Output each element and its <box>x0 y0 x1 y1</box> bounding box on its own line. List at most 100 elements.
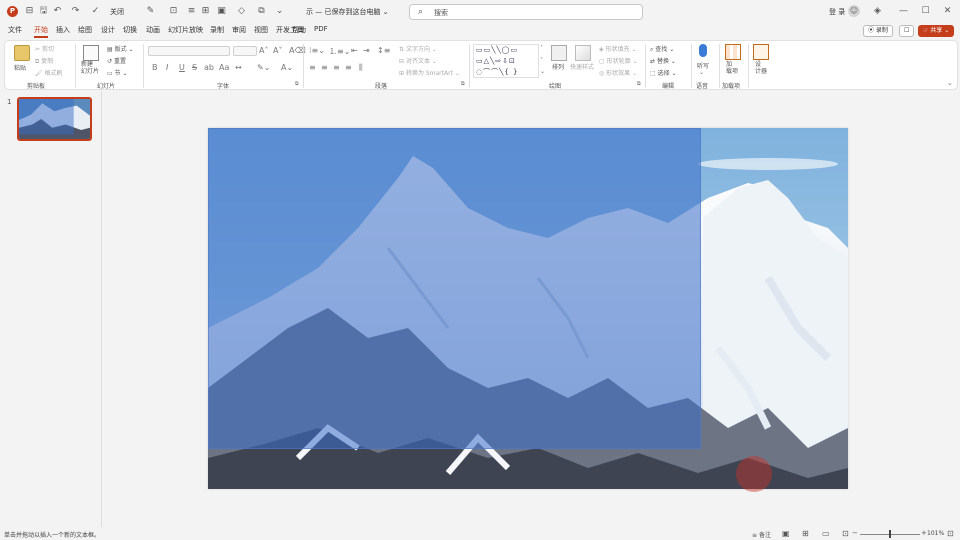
autosave-toggle-icon[interactable]: ⊟ <box>24 6 35 17</box>
tab-review[interactable]: 审阅 <box>232 25 246 35</box>
bullets-icon[interactable]: ⁝≡⌄ <box>309 46 325 55</box>
tab-record[interactable]: 录制 <box>210 25 224 35</box>
microphone-icon[interactable] <box>699 44 707 57</box>
tab-pdf[interactable]: PDF <box>314 25 328 33</box>
addins-icon[interactable] <box>725 44 741 60</box>
align-right-icon[interactable]: ≡ <box>333 63 340 72</box>
slide-sorter-icon[interactable]: ⊞ <box>802 529 809 538</box>
line-spacing-icon[interactable]: ↕≡ <box>377 46 390 55</box>
align-center-icon[interactable]: ≡ <box>321 63 328 72</box>
grow-font-icon[interactable]: A˄ <box>259 46 268 55</box>
decrease-indent-icon[interactable]: ⇤ <box>351 46 358 55</box>
sign-in-label[interactable]: 登 录 <box>829 7 845 17</box>
font-color-icon[interactable]: A⌄ <box>281 63 293 72</box>
shape-outline-button[interactable]: ▢ 形状轮廓 ⌄ <box>599 56 638 65</box>
select-button[interactable]: ⬚ 选择 ⌄ <box>650 68 677 77</box>
shapes-scroll-up-icon[interactable]: ˄ <box>540 45 543 52</box>
columns-icon[interactable]: ⫼ <box>359 63 363 73</box>
tab-view[interactable]: 视图 <box>254 25 268 35</box>
replace-button[interactable]: ⇄ 替换 ⌄ <box>650 56 676 65</box>
font-dialog-launcher-icon[interactable]: ⧉ <box>295 81 299 87</box>
font-size-field[interactable] <box>233 46 257 56</box>
tab-home[interactable]: 开始 <box>34 25 48 38</box>
normal-view-icon[interactable]: ▣ <box>782 529 790 538</box>
cut-button[interactable]: ✂ 剪切 <box>35 44 54 53</box>
tab-design[interactable]: 设计 <box>101 25 115 35</box>
justify-icon[interactable]: ≡ <box>345 63 352 72</box>
zoom-in-button[interactable]: + <box>921 529 927 537</box>
shapes-gallery[interactable]: ▭▭╲╲◯▭ ▭△╲⇨⇩⊡ ◌⌒⌒╲{ } <box>473 44 539 78</box>
arrange-icon[interactable] <box>551 45 567 61</box>
format-icon[interactable]: ✎ <box>145 6 156 17</box>
italic-button[interactable]: I <box>166 63 168 72</box>
diamond-icon[interactable]: ◈ <box>872 6 883 17</box>
spacing-icon[interactable]: ↔ <box>235 63 242 72</box>
notes-button[interactable]: ≡ 备注 <box>752 530 771 539</box>
zoom-level[interactable]: 101% <box>927 530 944 537</box>
shape-effects-button[interactable]: ◎ 形状效果 ⌄ <box>599 68 637 77</box>
table-icon[interactable]: ⊞ <box>200 6 211 17</box>
tab-insert[interactable]: 插入 <box>56 25 70 35</box>
shape-fill-button[interactable]: ◈ 形状填充 ⌄ <box>599 44 636 53</box>
collapse-ribbon-icon[interactable]: ⌄ <box>947 79 953 87</box>
maximize-button[interactable]: ☐ <box>920 6 931 17</box>
shapes-scroll-down-icon[interactable]: ˅ <box>540 57 543 64</box>
tab-file[interactable]: 文件 <box>8 25 22 35</box>
zoom-slider-thumb[interactable] <box>889 530 891 538</box>
tab-draw[interactable]: 绘图 <box>78 25 92 35</box>
shape-icon[interactable]: ◇ <box>236 6 247 17</box>
more-quick-access-icon[interactable]: ⌄ <box>274 6 285 17</box>
increase-indent-icon[interactable]: ⇥ <box>363 46 370 55</box>
reset-button[interactable]: ↺ 重置 <box>107 56 126 65</box>
search-box[interactable]: ⌕ 搜索 <box>409 4 643 20</box>
save-icon[interactable]: 🖫 <box>38 6 49 17</box>
redo-icon[interactable]: ↷ <box>70 6 81 17</box>
drawing-dialog-launcher-icon[interactable]: ⧉ <box>637 81 641 87</box>
zoom-out-button[interactable]: − <box>852 529 858 537</box>
image-icon[interactable]: ▣ <box>216 6 227 17</box>
share-button[interactable]: ☞ 共享 ⌄ <box>918 25 955 37</box>
fit-slide-icon[interactable]: ⊡ <box>947 529 954 538</box>
new-slide-icon[interactable] <box>83 45 99 61</box>
tab-animations[interactable]: 动画 <box>146 25 160 35</box>
tab-help[interactable]: 帮助 <box>292 25 306 35</box>
avatar[interactable]: ☺ <box>848 5 860 17</box>
section-button[interactable]: ▭ 节 ⌄ <box>107 68 128 77</box>
tab-transitions[interactable]: 切换 <box>123 25 137 35</box>
designer-icon[interactable] <box>753 44 769 60</box>
close-button[interactable]: ✕ <box>942 6 953 17</box>
bold-button[interactable]: B <box>152 63 158 72</box>
paragraph-dialog-launcher-icon[interactable]: ⧉ <box>461 81 465 87</box>
align-icon[interactable]: ≡ <box>186 6 197 17</box>
undo-icon[interactable]: ↶ <box>52 6 63 17</box>
document-title[interactable]: 示 — 已保存到这台电脑 ⌄ <box>306 7 389 17</box>
shrink-font-icon[interactable]: A˅ <box>273 46 282 55</box>
underline-button[interactable]: U <box>179 63 185 72</box>
strikethrough-button[interactable]: S <box>192 63 197 72</box>
comments-button[interactable]: ☐ <box>899 25 915 37</box>
selection-overlay-rectangle[interactable] <box>208 128 701 449</box>
format-painter-button[interactable]: 🖌 格式刷 <box>35 68 63 77</box>
align-text-button[interactable]: ⊟ 对齐文本 ⌄ <box>399 56 437 65</box>
highlight-icon[interactable]: ✎⌄ <box>257 63 270 72</box>
change-case-icon[interactable]: Aa <box>219 63 229 72</box>
minimize-button[interactable]: — <box>898 6 909 17</box>
quick-access-icon[interactable]: ✓ <box>90 6 101 17</box>
quick-styles-icon[interactable] <box>575 45 591 61</box>
convert-smartart-button[interactable]: ⊞ 转换为 SmartArt ⌄ <box>399 68 460 77</box>
shapes-more-icon[interactable]: ⌄ <box>540 68 545 75</box>
copy-button[interactable]: ⧉ 复制 <box>35 56 53 66</box>
layout-button[interactable]: ▤ 版式 ⌄ <box>107 44 134 53</box>
numbering-icon[interactable]: ⒈≡⌄ <box>329 46 350 57</box>
crop-icon[interactable]: ⧉ <box>256 6 267 17</box>
slide-thumbnail[interactable] <box>17 97 92 141</box>
reading-view-icon[interactable]: ▭ <box>822 529 830 538</box>
text-box-icon[interactable]: ⊡ <box>168 6 179 17</box>
record-button[interactable]: ⦿ 录制 <box>863 25 893 37</box>
tab-slideshow[interactable]: 幻灯片放映 <box>168 25 203 35</box>
slideshow-icon[interactable]: ⊡ <box>842 529 849 538</box>
find-button[interactable]: ⌕ 查找 ⌄ <box>650 44 674 54</box>
char-spacing-icon[interactable]: ab <box>204 63 214 72</box>
align-left-icon[interactable]: ≡ <box>309 63 316 72</box>
dictate-dropdown-icon[interactable]: ⌄ <box>699 69 704 76</box>
